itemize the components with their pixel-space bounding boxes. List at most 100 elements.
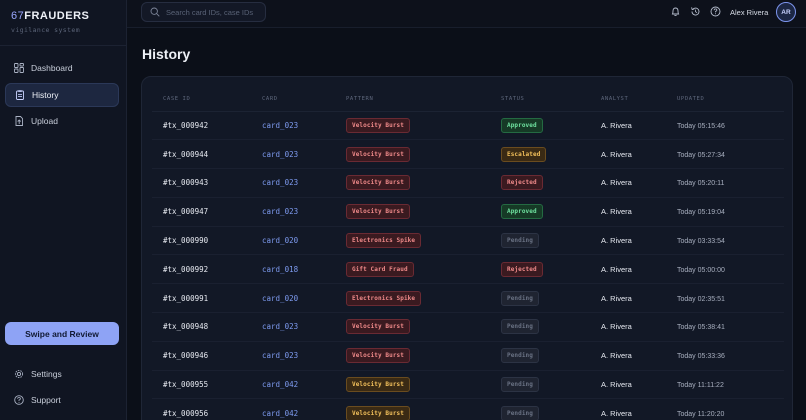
table-row[interactable]: #tx_000942 card_023 Velocity Burst Approved… bbox=[152, 111, 784, 141]
updated-timestamp: Today 05:20:11 bbox=[677, 180, 725, 188]
sidebar-item-dashboard[interactable]: Dashboard bbox=[5, 56, 119, 80]
case-id-link[interactable]: #tx_000947 bbox=[163, 207, 208, 216]
status-badge: Approved bbox=[501, 204, 543, 220]
table-row[interactable]: #tx_000955 card_042 Velocity Burst Pending A… bbox=[152, 370, 784, 400]
brand-number: 67 bbox=[11, 10, 25, 22]
column-header-updated[interactable]: UPDATED bbox=[666, 87, 784, 112]
analyst-name: A. Rivera bbox=[601, 236, 632, 246]
status-cell: Pending bbox=[490, 398, 590, 420]
bell-icon[interactable] bbox=[670, 6, 681, 17]
status-cell: Pending bbox=[490, 226, 590, 256]
brand-logo[interactable]: 67FRAUDERS bbox=[11, 10, 89, 22]
table-row[interactable]: #tx_000943 card_023 Velocity Burst Rejected… bbox=[152, 168, 784, 198]
card-link[interactable]: card_023 bbox=[262, 322, 298, 331]
column-header-case-id[interactable]: CASE ID bbox=[152, 87, 251, 112]
status-badge: Pending bbox=[501, 233, 539, 249]
sidebar-item-settings[interactable]: Settings bbox=[5, 362, 119, 386]
analyst-cell: A. Rivera bbox=[590, 168, 666, 198]
case-id-link[interactable]: #tx_000991 bbox=[163, 294, 208, 303]
column-header-status[interactable]: STATUS bbox=[490, 87, 590, 112]
case-id-link[interactable]: #tx_000944 bbox=[163, 150, 208, 159]
card-link[interactable]: card_023 bbox=[262, 178, 298, 187]
status-badge: Pending bbox=[501, 290, 539, 306]
table-row[interactable]: #tx_000992 card_018 Gift Card Fraud Rejecte… bbox=[152, 254, 784, 285]
case-id-link[interactable]: #tx_000943 bbox=[163, 178, 208, 187]
swipe-and-review-button[interactable]: Swipe and Review bbox=[5, 322, 119, 345]
card-cell: card_023 bbox=[251, 111, 335, 141]
status-badge: Pending bbox=[501, 319, 539, 335]
card-cell: card_023 bbox=[251, 139, 335, 170]
analyst-cell: A. Rivera bbox=[590, 283, 666, 314]
column-header-analyst[interactable]: ANALYST bbox=[590, 87, 666, 112]
analyst-cell: A. Rivera bbox=[590, 111, 666, 141]
case-id-cell: #tx_000992 bbox=[152, 254, 251, 285]
case-id-link[interactable]: #tx_000955 bbox=[163, 380, 208, 389]
case-id-link[interactable]: #tx_000956 bbox=[163, 409, 208, 418]
card-link[interactable]: card_042 bbox=[262, 380, 298, 389]
case-id-cell: #tx_000991 bbox=[152, 283, 251, 314]
sidebar-divider bbox=[0, 45, 127, 46]
search-box[interactable] bbox=[141, 2, 266, 22]
dashboard-icon bbox=[14, 63, 24, 73]
updated-timestamp: Today 05:33:36 bbox=[677, 353, 725, 361]
status-badge: Pending bbox=[501, 348, 539, 364]
user-name[interactable]: Alex Rivera bbox=[730, 8, 768, 17]
pattern-badge: Velocity Burst bbox=[346, 175, 410, 191]
pattern-badge: Velocity Burst bbox=[346, 348, 410, 364]
table-row[interactable]: #tx_000948 card_023 Velocity Burst Pending A… bbox=[152, 312, 784, 342]
status-cell: Rejected bbox=[490, 254, 590, 285]
case-id-link[interactable]: #tx_000992 bbox=[163, 265, 208, 274]
case-id-cell: #tx_000990 bbox=[152, 226, 251, 256]
table-row[interactable]: #tx_000946 card_023 Velocity Burst Pending A… bbox=[152, 341, 784, 371]
sidebar-item-upload[interactable]: Upload bbox=[5, 109, 119, 133]
card-cell: card_020 bbox=[251, 283, 335, 314]
analyst-cell: A. Rivera bbox=[590, 139, 666, 170]
card-link[interactable]: card_023 bbox=[262, 121, 298, 130]
history-icon bbox=[15, 90, 25, 100]
pattern-badge: Electronics Spike bbox=[346, 290, 422, 306]
upload-icon bbox=[14, 116, 24, 126]
case-id-cell: #tx_000942 bbox=[152, 111, 251, 141]
status-cell: Escalated bbox=[490, 139, 590, 170]
pattern-cell: Velocity Burst bbox=[335, 398, 490, 420]
case-id-link[interactable]: #tx_000946 bbox=[163, 351, 208, 360]
avatar[interactable]: AR bbox=[776, 2, 796, 22]
card-link[interactable]: card_018 bbox=[262, 265, 298, 274]
table-row[interactable]: #tx_000944 card_023 Velocity Burst Escalate… bbox=[152, 139, 784, 170]
card-link[interactable]: card_023 bbox=[262, 207, 298, 216]
card-cell: card_042 bbox=[251, 398, 335, 420]
pattern-cell: Velocity Burst bbox=[335, 312, 490, 342]
card-link[interactable]: card_023 bbox=[262, 351, 298, 360]
table-row[interactable]: #tx_000956 card_042 Velocity Burst Pending A… bbox=[152, 398, 784, 420]
pattern-badge: Velocity Burst bbox=[346, 405, 410, 420]
refresh-icon[interactable] bbox=[690, 6, 701, 17]
case-id-link[interactable]: #tx_000948 bbox=[163, 322, 208, 331]
help-icon[interactable] bbox=[710, 6, 721, 17]
case-id-link[interactable]: #tx_000942 bbox=[163, 121, 208, 130]
card-link[interactable]: card_020 bbox=[262, 236, 298, 245]
table-row[interactable]: #tx_000991 card_020 Electronics Spike Pendi… bbox=[152, 283, 784, 314]
column-header-card[interactable]: CARD bbox=[251, 87, 335, 112]
column-header-pattern[interactable]: PATTERN bbox=[335, 87, 490, 112]
sidebar-item-support[interactable]: Support bbox=[5, 388, 119, 412]
status-cell: Pending bbox=[490, 312, 590, 342]
card-link[interactable]: card_020 bbox=[262, 294, 298, 303]
analyst-name: A. Rivera bbox=[601, 178, 632, 188]
case-id-cell: #tx_000947 bbox=[152, 197, 251, 227]
case-id-link[interactable]: #tx_000990 bbox=[163, 236, 208, 245]
updated-cell: Today 05:00:00 bbox=[666, 254, 784, 285]
case-id-cell: #tx_000956 bbox=[152, 398, 251, 420]
card-link[interactable]: card_023 bbox=[262, 150, 298, 159]
sidebar-item-label: History bbox=[32, 90, 59, 100]
brand-name: FRAUDERS bbox=[24, 10, 90, 22]
search-input[interactable] bbox=[166, 7, 265, 17]
card-link[interactable]: card_042 bbox=[262, 409, 298, 418]
analyst-name: A. Rivera bbox=[601, 149, 632, 159]
pattern-cell: Velocity Burst bbox=[335, 341, 490, 371]
sidebar-item-label: Support bbox=[31, 395, 61, 405]
table-row[interactable]: #tx_000947 card_023 Velocity Burst Approved… bbox=[152, 197, 784, 227]
sidebar: 67FRAUDERS vigilance system Dashboard Hi… bbox=[0, 0, 127, 420]
table-row[interactable]: #tx_000990 card_020 Electronics Spike Pendi… bbox=[152, 226, 784, 256]
sidebar-item-history[interactable]: History bbox=[5, 83, 119, 107]
pattern-badge: Gift Card Fraud bbox=[346, 261, 414, 277]
